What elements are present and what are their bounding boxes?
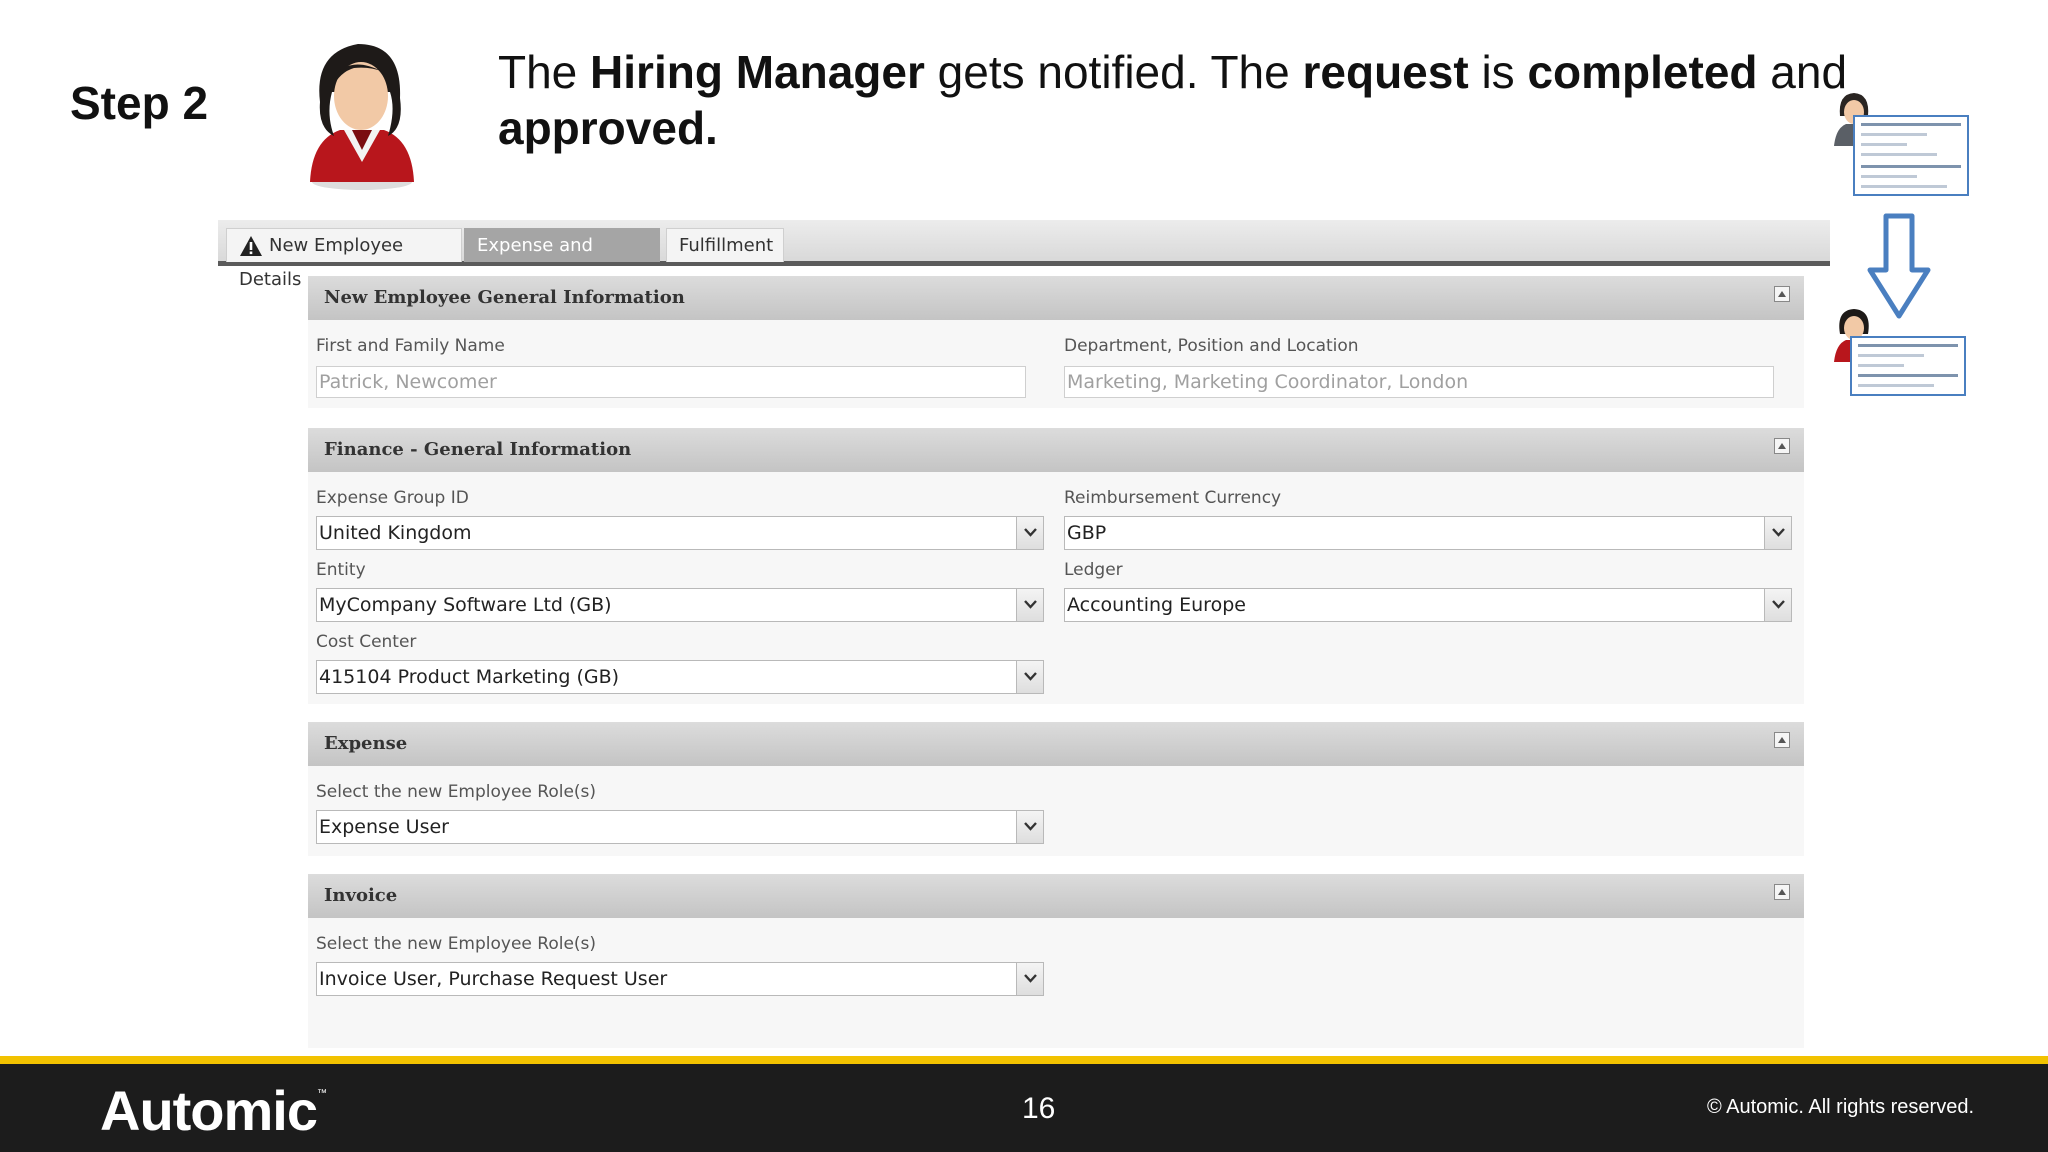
chevron-down-icon[interactable] <box>1016 962 1044 996</box>
name-field[interactable]: Patrick, Newcomer <box>316 366 1026 398</box>
request-form-thumbnail <box>1853 115 1969 196</box>
select-value: Invoice User, Purchase Request User <box>319 968 668 990</box>
select-value: Expense User <box>319 816 449 838</box>
entity-select[interactable]: MyCompany Software Ltd (GB) <box>316 588 1044 622</box>
page-number: 16 <box>1022 1092 1056 1125</box>
chevron-down-icon[interactable] <box>1016 588 1044 622</box>
tab-expense-and-invoice[interactable]: Expense and Invoice <box>464 228 660 290</box>
section-header-expense[interactable]: Expense <box>308 722 1804 766</box>
tab-label: Fulfillment <box>679 235 774 256</box>
select-value: MyCompany Software Ltd (GB) <box>319 594 612 616</box>
invoice-roles-label: Select the new Employee Role(s) <box>316 934 597 954</box>
currency-label: Reimbursement Currency <box>1064 488 1282 508</box>
collapse-icon[interactable] <box>1774 884 1790 900</box>
chevron-down-icon[interactable] <box>1016 516 1044 550</box>
collapse-icon[interactable] <box>1774 286 1790 302</box>
section-body-finance: Expense Group ID United Kingdom Reimburs… <box>308 472 1804 704</box>
tab-new-employee-details[interactable]: New Employee Details <box>226 228 462 290</box>
select-value: United Kingdom <box>319 522 472 544</box>
select-value: Accounting Europe <box>1067 594 1246 616</box>
section-title: Expense <box>324 733 408 754</box>
chevron-down-icon[interactable] <box>1016 810 1044 844</box>
expense-group-label: Expense Group ID <box>316 488 469 508</box>
ledger-select[interactable]: Accounting Europe <box>1064 588 1792 622</box>
cost-center-select[interactable]: 415104 Product Marketing (GB) <box>316 660 1044 694</box>
warning-icon <box>240 236 262 256</box>
currency-select[interactable]: GBP <box>1064 516 1792 550</box>
name-label: First and Family Name <box>316 336 505 356</box>
approved-form-thumbnail <box>1850 336 1966 396</box>
expense-group-select[interactable]: United Kingdom <box>316 516 1044 550</box>
invoice-roles-select[interactable]: Invoice User, Purchase Request User <box>316 962 1044 996</box>
section-body-general-information: First and Family Name Patrick, Newcomer … <box>308 320 1804 408</box>
chevron-down-icon[interactable] <box>1764 588 1792 622</box>
section-title: New Employee General Information <box>324 287 685 308</box>
slide-headline: The Hiring Manager gets notified. The re… <box>498 46 1848 154</box>
expense-roles-label: Select the new Employee Role(s) <box>316 782 597 802</box>
section-body-expense: Select the new Employee Role(s) Expense … <box>308 766 1804 856</box>
section-body-invoice: Select the new Employee Role(s) Invoice … <box>308 918 1804 1048</box>
entity-label: Entity <box>316 560 366 580</box>
businesswoman-avatar-icon <box>310 44 414 190</box>
automic-logo: Automic™ <box>100 1079 327 1142</box>
slide-footer: Automic™ 16 © Automic. All rights reserv… <box>0 1064 2048 1152</box>
footer-accent-line <box>0 1056 2048 1064</box>
step-label: Step 2 <box>70 77 209 129</box>
ledger-label: Ledger <box>1064 560 1123 580</box>
form-tab-strip: New Employee Details Expense and Invoice… <box>218 220 1830 290</box>
select-value: GBP <box>1067 522 1107 544</box>
tab-fulfillment[interactable]: Fulfillment <box>666 228 784 262</box>
section-title: Invoice <box>324 885 398 906</box>
expense-roles-select[interactable]: Expense User <box>316 810 1044 844</box>
copyright-text: © Automic. All rights reserved. <box>1706 1096 1974 1118</box>
collapse-icon[interactable] <box>1774 732 1790 748</box>
collapse-icon[interactable] <box>1774 438 1790 454</box>
select-value: 415104 Product Marketing (GB) <box>319 666 620 688</box>
department-field[interactable]: Marketing, Marketing Coordinator, London <box>1064 366 1774 398</box>
chevron-down-icon[interactable] <box>1016 660 1044 694</box>
chevron-down-icon[interactable] <box>1764 516 1792 550</box>
section-title: Finance - General Information <box>324 439 632 460</box>
department-label: Department, Position and Location <box>1064 336 1359 356</box>
cost-center-label: Cost Center <box>316 632 417 652</box>
section-header-finance[interactable]: Finance - General Information <box>308 428 1804 472</box>
section-header-general-information[interactable]: New Employee General Information <box>308 276 1804 320</box>
section-header-invoice[interactable]: Invoice <box>308 874 1804 918</box>
